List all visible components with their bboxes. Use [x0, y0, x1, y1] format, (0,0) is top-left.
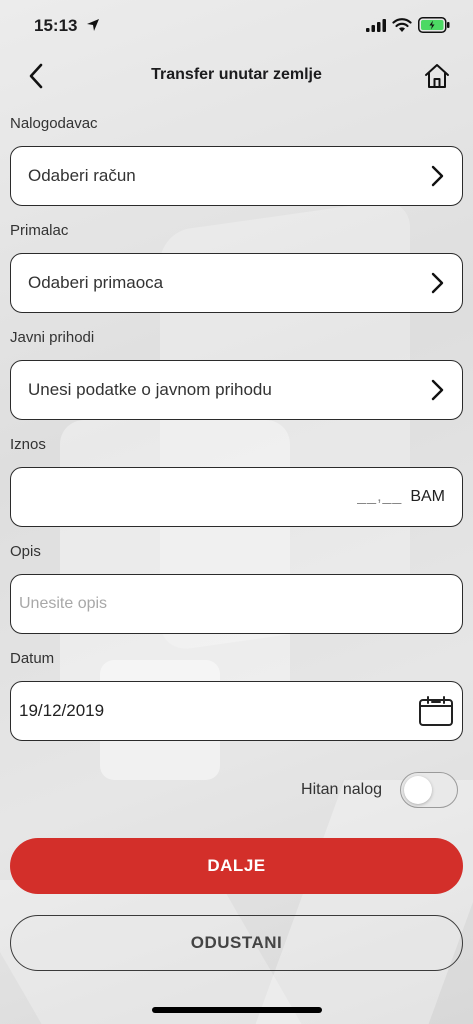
background-shape [255, 780, 473, 1024]
toggle-knob [404, 776, 432, 804]
page-title: Transfer unutar zemlje [151, 66, 322, 83]
chevron-right-icon [422, 268, 452, 298]
iznos-input[interactable]: __,__ BAM [10, 467, 463, 527]
iznos-label: Iznos [10, 436, 46, 453]
datum-label: Datum [10, 650, 55, 667]
currency-label: BAM [410, 488, 445, 505]
navigation-bar: Transfer unutar zemlje [0, 56, 473, 96]
calendar-icon[interactable] [416, 696, 456, 726]
signal-icon [366, 19, 386, 32]
primalac-label: Primalac [10, 222, 69, 239]
hitan-nalog-label: Hitan nalog [301, 781, 382, 798]
dalje-button[interactable]: DALJE [10, 838, 463, 894]
hitan-nalog-toggle[interactable] [400, 772, 458, 808]
javni-prihodi-select[interactable]: Unesi podatke o javnom prihodu [10, 360, 463, 420]
status-bar: 15:13 [0, 0, 473, 50]
hitan-nalog-row: Hitan nalog [301, 772, 458, 808]
nalogodavac-value: Odaberi račun [28, 166, 136, 185]
primalac-value: Odaberi primaoca [28, 273, 164, 292]
datum-input[interactable]: 19/12/2019 [10, 681, 463, 741]
chevron-right-icon [422, 375, 452, 405]
location-arrow-icon [87, 19, 99, 31]
home-icon [425, 64, 449, 88]
primalac-select[interactable]: Odaberi primaoca [10, 253, 463, 313]
javni-prihodi-value: Unesi podatke o javnom prihodu [28, 380, 272, 399]
nalogodavac-label: Nalogodavac [10, 115, 98, 132]
status-time: 15:13 [34, 16, 78, 35]
opis-label: Opis [10, 543, 41, 560]
background-shape [60, 420, 290, 720]
opis-placeholder: Unesite opis [19, 595, 108, 612]
wifi-icon [392, 18, 412, 32]
odustani-button[interactable]: ODUSTANI [10, 915, 463, 971]
chevron-right-icon [422, 161, 452, 191]
home-button[interactable] [422, 60, 452, 92]
nalogodavac-select[interactable]: Odaberi račun [10, 146, 463, 206]
iznos-placeholder: __,__ [357, 488, 403, 505]
opis-input[interactable]: Unesite opis [10, 574, 463, 634]
javni-prihodi-label: Javni prihodi [10, 329, 95, 346]
battery-icon [418, 17, 450, 33]
datum-value: 19/12/2019 [19, 701, 105, 720]
home-indicator [152, 1007, 322, 1013]
